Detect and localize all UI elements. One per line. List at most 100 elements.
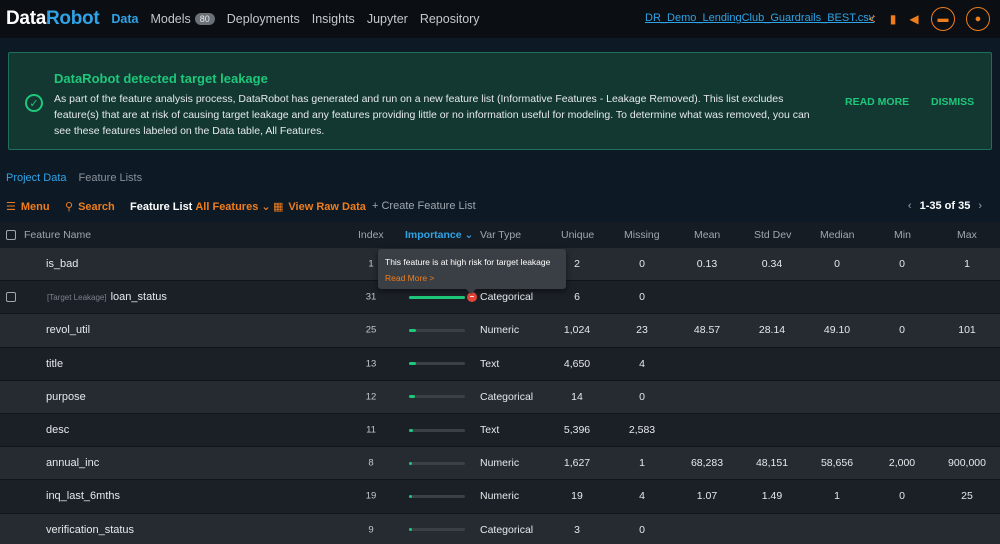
leakage-tooltip: This feature is at high risk for target … bbox=[378, 249, 566, 294]
col-median[interactable]: Median bbox=[820, 229, 854, 241]
table-row[interactable]: title 13 Text 4,650 4 bbox=[0, 347, 1000, 381]
cell-mean: 68,283 bbox=[690, 457, 724, 470]
create-feature-list-button[interactable]: + Create Feature List bbox=[372, 200, 476, 212]
cell-min: 0 bbox=[899, 258, 905, 271]
feature-name[interactable]: revol_util bbox=[46, 324, 90, 336]
cell-unique: 14 bbox=[571, 390, 583, 403]
cell-missing: 0 bbox=[639, 523, 645, 536]
nav-repository[interactable]: Repository bbox=[420, 12, 480, 26]
select-all-checkbox[interactable] bbox=[6, 230, 16, 240]
nav-insights[interactable]: Insights bbox=[312, 12, 355, 26]
cell-type: Categorical bbox=[480, 523, 534, 536]
cell-unique: 6 bbox=[574, 291, 580, 304]
feature-list-dropdown[interactable]: Feature List All Features ⌄ bbox=[130, 200, 271, 214]
col-feature-name[interactable]: Feature Name bbox=[24, 229, 91, 241]
col-missing[interactable]: Missing bbox=[624, 229, 660, 241]
project-filename[interactable]: DR_Demo_LendingClub_Guardrails_BEST.csv bbox=[645, 12, 874, 24]
col-unique[interactable]: Unique bbox=[561, 229, 594, 241]
table-row[interactable]: revol_util 25 Numeric 1,024 23 48.57 28.14 49.1… bbox=[0, 314, 1000, 348]
table-row[interactable]: verification_status 9 Categorical 3 0 bbox=[0, 513, 1000, 544]
cell-type: Categorical bbox=[480, 291, 534, 304]
importance-bar bbox=[409, 395, 465, 399]
cell-index: 12 bbox=[365, 391, 377, 403]
user-icon[interactable]: ● bbox=[966, 7, 990, 31]
tooltip-read-more-link[interactable]: Read More > bbox=[385, 273, 434, 283]
main-nav: Data Models 80 Deployments Insights Jupyt… bbox=[111, 12, 491, 26]
table-row[interactable]: inq_last_6mths 19 Numeric 19 4 1.07 1.49 1 0 25 bbox=[0, 480, 1000, 514]
cell-missing: 4 bbox=[639, 490, 645, 503]
target-leakage-banner: ✓ DataRobot detected target leakage As p… bbox=[8, 52, 992, 150]
cell-index: 13 bbox=[365, 358, 377, 370]
cell-type: Numeric bbox=[480, 324, 520, 337]
col-min[interactable]: Min bbox=[894, 229, 911, 241]
book-icon[interactable]: ▮ bbox=[887, 12, 899, 26]
cell-missing: 1 bbox=[639, 457, 645, 470]
cell-index: 19 bbox=[365, 490, 377, 502]
feature-name[interactable]: [Target Leakage] loan_status bbox=[47, 291, 167, 303]
cell-std: 0.34 bbox=[761, 258, 783, 271]
cell-std: 28.14 bbox=[758, 324, 786, 337]
cell-missing: 0 bbox=[639, 258, 645, 271]
search-icon: ⚲ bbox=[65, 201, 74, 213]
table-row[interactable]: desc 11 Text 5,396 2,583 bbox=[0, 413, 1000, 448]
col-importance[interactable]: Importance ⌄ bbox=[405, 229, 473, 241]
feature-name[interactable]: purpose bbox=[46, 391, 86, 403]
cell-min: 0 bbox=[899, 490, 905, 503]
feature-name[interactable]: desc bbox=[46, 424, 69, 436]
cell-median: 1 bbox=[834, 490, 840, 503]
importance-bar bbox=[409, 528, 465, 532]
cell-max: 1 bbox=[964, 258, 970, 271]
row-checkbox[interactable] bbox=[6, 292, 16, 303]
models-count-badge: 80 bbox=[194, 13, 215, 25]
feature-name[interactable]: verification_status bbox=[46, 524, 134, 536]
feature-name[interactable]: is_bad bbox=[46, 258, 78, 270]
cell-index: 8 bbox=[368, 457, 374, 469]
col-index[interactable]: Index bbox=[358, 229, 384, 241]
datarobot-logo[interactable]: DataRobot bbox=[6, 8, 100, 30]
tab-feature-lists[interactable]: Feature Lists bbox=[79, 172, 143, 184]
importance-bar bbox=[409, 295, 465, 299]
view-raw-data-button[interactable]: ▦ View Raw Data bbox=[273, 200, 366, 214]
cell-median: 49.10 bbox=[823, 324, 851, 337]
read-more-button[interactable]: READ MORE bbox=[845, 96, 909, 108]
next-page-icon[interactable]: › bbox=[978, 200, 982, 212]
share-icon[interactable]: < bbox=[866, 12, 878, 26]
folder-icon[interactable]: ▬ bbox=[931, 7, 955, 31]
table-icon: ▦ bbox=[273, 201, 284, 213]
check-circle-icon: ✓ bbox=[25, 94, 43, 112]
cell-std: 1.49 bbox=[761, 490, 783, 503]
dismiss-button[interactable]: DISMISS bbox=[931, 96, 974, 108]
tab-project-data[interactable]: Project Data bbox=[6, 172, 67, 184]
megaphone-icon[interactable]: ◀ bbox=[908, 12, 920, 26]
table-header: Feature Name Index Importance ⌄ Var Type… bbox=[0, 222, 1000, 248]
cell-missing: 2,583 bbox=[628, 424, 656, 437]
cell-max: 25 bbox=[961, 490, 973, 503]
cell-missing: 4 bbox=[639, 357, 645, 370]
nav-deployments[interactable]: Deployments bbox=[227, 12, 300, 26]
hamburger-icon: ☰ bbox=[6, 201, 16, 213]
col-mean[interactable]: Mean bbox=[694, 229, 720, 241]
target-leakage-tag: [Target Leakage] bbox=[47, 293, 107, 303]
nav-models[interactable]: Models 80 bbox=[150, 12, 215, 26]
prev-page-icon[interactable]: ‹ bbox=[908, 200, 912, 212]
col-var-type[interactable]: Var Type bbox=[480, 229, 521, 241]
col-max[interactable]: Max bbox=[957, 229, 977, 241]
table-row[interactable]: purpose 12 Categorical 14 0 bbox=[0, 380, 1000, 414]
cell-unique: 4,650 bbox=[563, 357, 591, 370]
search-button[interactable]: ⚲ Search bbox=[65, 200, 115, 214]
importance-bar bbox=[409, 494, 465, 498]
nav-data[interactable]: Data bbox=[111, 12, 138, 26]
feature-name[interactable]: inq_last_6mths bbox=[46, 490, 120, 502]
cell-type: Numeric bbox=[480, 490, 520, 503]
feature-name[interactable]: annual_inc bbox=[46, 457, 99, 469]
sort-chevron-icon: ⌄ bbox=[464, 229, 474, 241]
cell-median: 58,656 bbox=[820, 457, 854, 470]
cell-min: 2,000 bbox=[888, 457, 916, 470]
banner-body: As part of the feature analysis process,… bbox=[54, 93, 810, 137]
table-row[interactable]: annual_inc 8 Numeric 1,627 1 68,283 48,151 58,6… bbox=[0, 447, 1000, 481]
feature-name[interactable]: title bbox=[46, 358, 63, 370]
col-std-dev[interactable]: Std Dev bbox=[754, 229, 791, 241]
nav-jupyter[interactable]: Jupyter bbox=[367, 12, 408, 26]
menu-button[interactable]: ☰ Menu bbox=[6, 200, 50, 214]
cell-unique: 19 bbox=[571, 490, 583, 503]
